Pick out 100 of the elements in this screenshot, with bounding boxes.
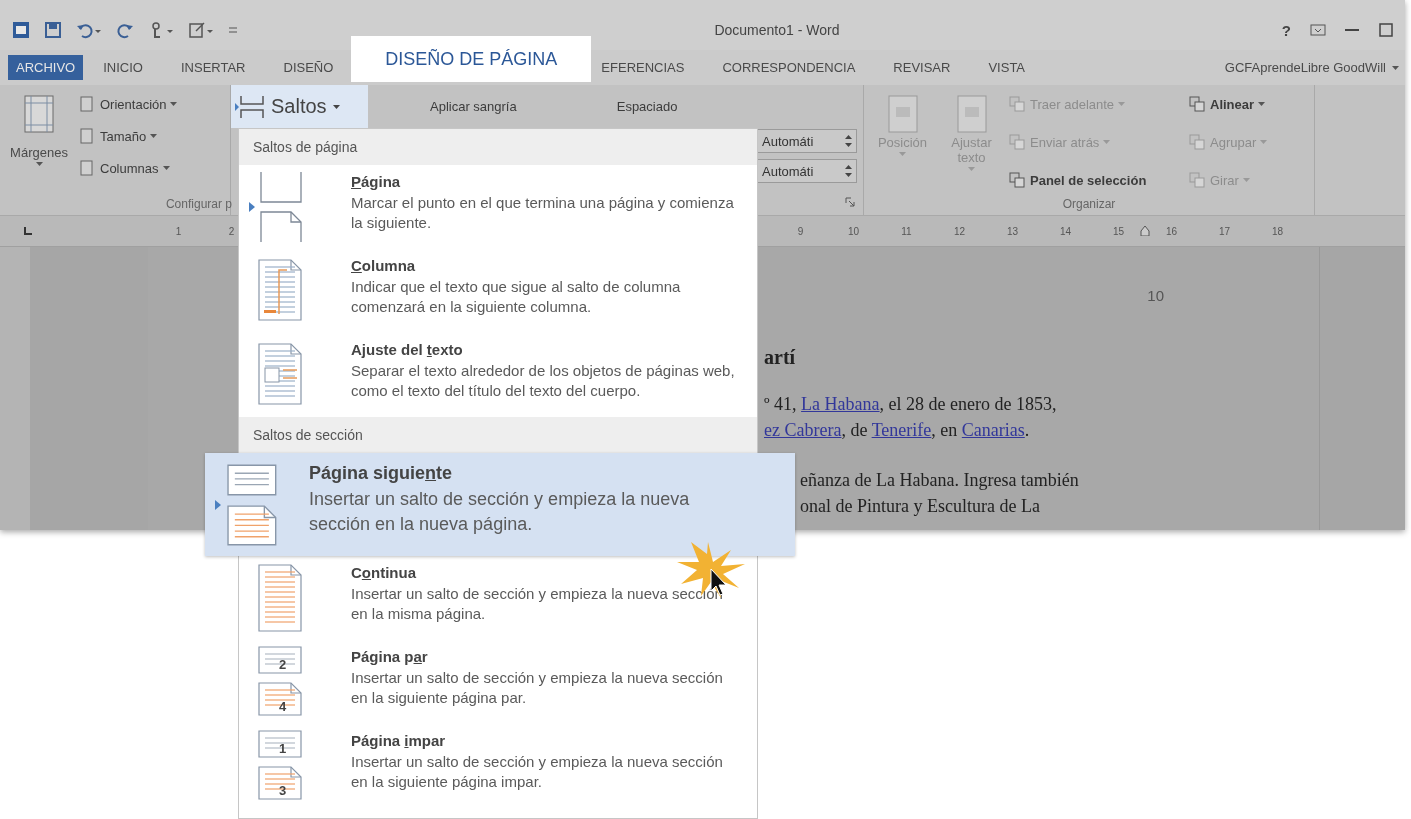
caret-icon bbox=[968, 167, 975, 171]
send-backward-icon bbox=[1008, 133, 1026, 151]
ruler-number: 13 bbox=[1005, 225, 1020, 237]
item-description: Insertar un salto de sección y empieza la nueva sección en la siguiente página impar. bbox=[351, 752, 724, 792]
spinner-arrows-icon bbox=[845, 164, 852, 178]
caret-icon bbox=[1103, 140, 1111, 144]
margins-label: Márgenes bbox=[10, 145, 68, 160]
item-title: Ajuste del texto bbox=[351, 341, 464, 358]
ruler-number: 14 bbox=[1058, 225, 1073, 237]
item-description: Marcar el punto en el que termina una página y comienza la siguiente. bbox=[351, 193, 735, 233]
redo-icon bbox=[116, 21, 134, 39]
save-icon bbox=[44, 21, 62, 39]
document-text: , de bbox=[841, 420, 869, 440]
menu-item[interactable]: Ajuste del texto Separar el texto alrededor de los objetos de páginas web, como el texto del título del texto del cuerpo. bbox=[239, 333, 757, 417]
ribbon-tab[interactable]: VISTA bbox=[980, 55, 1034, 80]
ruler-number: 12 bbox=[952, 225, 967, 237]
ribbon-tab[interactable]: REVISAR bbox=[885, 55, 959, 80]
document-text: eñanza de La Habana. Ingresa también bbox=[800, 470, 1079, 490]
ribbon-tab[interactable]: CORRESPONDENCIA bbox=[714, 55, 864, 80]
menu-section-header: Saltos de sección bbox=[239, 417, 757, 453]
caret-icon bbox=[332, 104, 340, 109]
selected-tab-callout[interactable]: DISEÑO DE PÁGINA bbox=[351, 36, 592, 82]
ruler-number: 9 bbox=[796, 225, 805, 237]
caret-icon bbox=[162, 166, 170, 170]
tab-selector-icon[interactable] bbox=[22, 225, 34, 237]
document-heading: artí bbox=[764, 346, 797, 369]
item-title: Columna bbox=[351, 257, 417, 274]
item-description: Indicar que el texto que sigue al salto de columna comenzará en la siguiente columna. bbox=[351, 277, 682, 317]
bring-forward-icon bbox=[1008, 95, 1026, 113]
window-title: Documento1 - Word bbox=[713, 22, 841, 38]
caret-icon bbox=[1260, 140, 1268, 144]
highlighted-menu-item[interactable]: Página siguiente Insertar un salto de sección y empieza la nueva sección en la nueva página. bbox=[205, 453, 795, 556]
ribbon-options-icon bbox=[1309, 21, 1327, 39]
menu-item[interactable]: Columna Indicar que el texto que sigue al salto de columna comenzará en la siguiente columna. bbox=[239, 249, 757, 333]
ruler-number: 11 bbox=[900, 225, 913, 237]
ruler-number: 16 bbox=[1164, 225, 1179, 237]
maximize-icon bbox=[1377, 21, 1395, 39]
ribbon-tab[interactable]: INSERTAR bbox=[172, 55, 254, 80]
document-link[interactable]: ez Cabrera bbox=[764, 420, 842, 440]
document-text: º 41, bbox=[764, 394, 798, 414]
item-title: Página siguiente bbox=[309, 463, 454, 484]
group-label: Configurar p bbox=[165, 197, 232, 211]
button-label: Alinear bbox=[1210, 96, 1255, 112]
document-link[interactable]: Tenerife bbox=[871, 420, 932, 440]
button-label: Panel de selección bbox=[1030, 172, 1147, 188]
breaks-icon bbox=[235, 93, 265, 120]
item-title: Página par bbox=[351, 648, 429, 665]
ruler-number: 10 bbox=[846, 225, 861, 237]
item-title: Página impar bbox=[351, 732, 447, 749]
ribbon-button[interactable]: Orientación bbox=[78, 93, 178, 115]
help-button[interactable]: ? bbox=[1281, 21, 1291, 39]
indent-marker-icon[interactable] bbox=[1140, 226, 1150, 236]
spacing-label: Espaciado bbox=[616, 99, 678, 114]
minimize-icon bbox=[1345, 29, 1359, 31]
button-label: Tamaño bbox=[100, 128, 147, 144]
menu-section-header: Saltos de página bbox=[239, 129, 757, 165]
breaks-button[interactable]: Saltos bbox=[231, 85, 368, 128]
margins-button[interactable]: Márgenes bbox=[6, 91, 72, 197]
caret-icon bbox=[899, 152, 906, 156]
caret-icon bbox=[1258, 102, 1266, 106]
menu-item[interactable]: 2 4 Página par Insertar un salto de sección y empieza la nueva sección en la siguiente página par. bbox=[239, 640, 757, 724]
ribbon-tab[interactable]: EFERENCIAS bbox=[593, 55, 693, 80]
document-text: . bbox=[1024, 420, 1030, 440]
document-text: onal de Pintura y Escultura de La bbox=[800, 496, 1040, 516]
item-description: Separar el texto alrededor de los objetos de páginas web, como el texto del título del texto del cuerpo. bbox=[351, 361, 736, 401]
document-link[interactable]: La Habana bbox=[801, 394, 880, 414]
document-link[interactable]: Canarias bbox=[961, 420, 1025, 440]
ribbon-tab[interactable]: INICIO bbox=[95, 55, 151, 80]
ribbon-tab[interactable]: DISEÑO bbox=[275, 55, 342, 80]
item-title: Continua bbox=[351, 564, 417, 581]
word-logo-icon bbox=[12, 21, 30, 39]
menu-item[interactable]: Página Marcar el punto en el que termina una página y comienza la siguiente. bbox=[239, 165, 757, 249]
ribbon-button[interactable]: Alinear bbox=[1188, 93, 1308, 115]
ruler-number: 17 bbox=[1217, 225, 1232, 237]
caret-icon bbox=[1242, 178, 1250, 182]
ribbon-button[interactable]: Columnas bbox=[78, 157, 178, 179]
breaks-label: Saltos bbox=[271, 95, 327, 118]
ruler-number: 15 bbox=[1111, 225, 1126, 237]
file-tab[interactable]: ARCHIVO bbox=[8, 55, 84, 80]
item-description: Insertar un salto de sección y empieza la nueva sección en la nueva página. bbox=[309, 488, 691, 536]
menu-item[interactable]: 1 3 Página impar Insertar un salto de sección y empieza la nueva sección en la siguiente página impar. bbox=[239, 724, 757, 808]
group-label: Organizar bbox=[1062, 197, 1116, 211]
spinner-field[interactable]: Automáti bbox=[757, 129, 857, 153]
button-label: Columnas bbox=[100, 160, 159, 176]
caret-icon bbox=[1392, 65, 1399, 70]
document-text: , en bbox=[931, 420, 959, 440]
caret-icon bbox=[150, 134, 158, 138]
item-description: Insertar un salto de sección y empieza la nueva sección en la siguiente página par. bbox=[351, 668, 724, 708]
caret-icon bbox=[1118, 102, 1126, 106]
dialog-launcher-icon[interactable] bbox=[845, 197, 855, 207]
item-title: Página bbox=[351, 173, 402, 190]
page-break-icon bbox=[257, 170, 305, 244]
ribbon-button[interactable]: Tamaño bbox=[78, 125, 178, 147]
ruler-number: 1 bbox=[174, 225, 183, 237]
document-icon bbox=[257, 561, 305, 635]
spinner-field[interactable]: Automáti bbox=[757, 159, 857, 183]
ribbon-button[interactable]: Panel de selección bbox=[1008, 169, 1188, 191]
undo-icon bbox=[76, 21, 102, 39]
document-text: , el 28 de enero de 1853, bbox=[879, 394, 1057, 414]
margins-icon bbox=[24, 95, 54, 133]
